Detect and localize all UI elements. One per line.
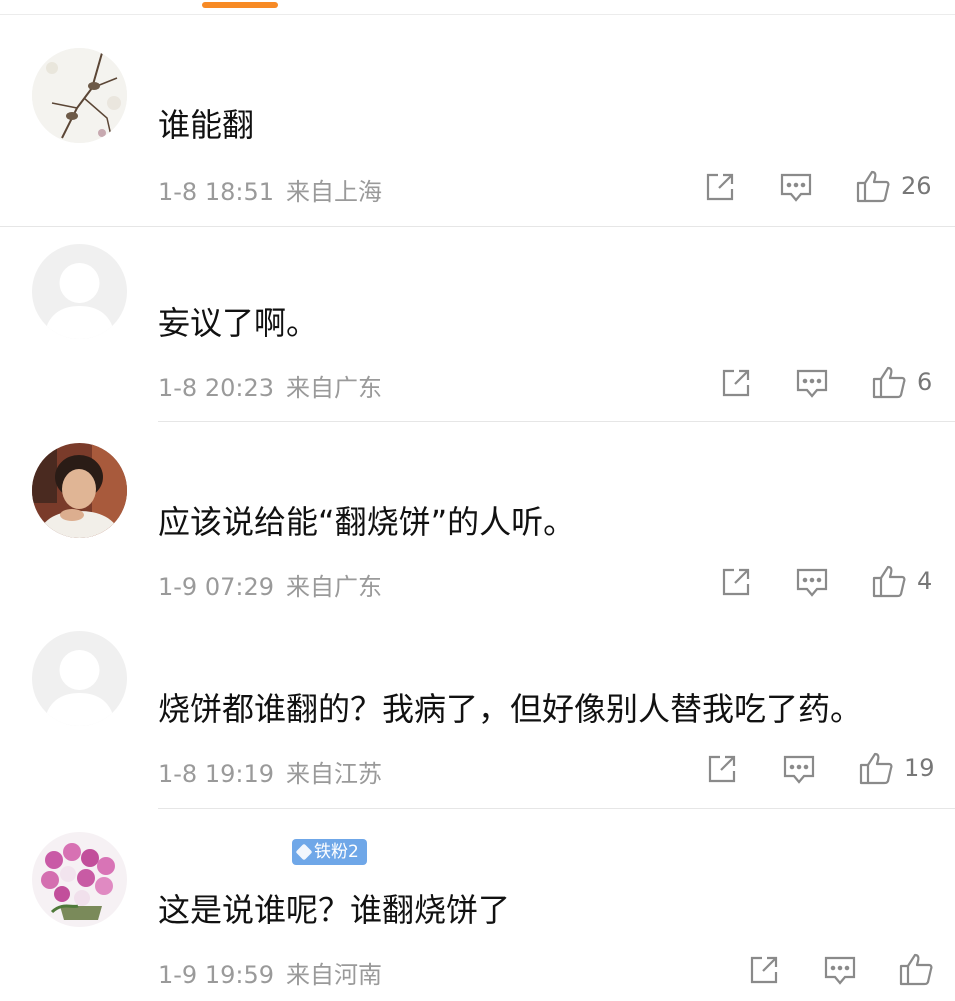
comment-time: 1-9 19:59: [158, 961, 274, 989]
avatar[interactable]: [32, 244, 127, 339]
share-button[interactable]: [720, 367, 752, 399]
reply-button[interactable]: [782, 753, 816, 785]
comment-text: 应该说给能“翻烧饼”的人听。: [158, 503, 576, 541]
like-count: 19: [904, 754, 935, 782]
avatar[interactable]: [32, 832, 127, 927]
comment-icon: [796, 369, 828, 398]
tab-bar: [0, 0, 955, 15]
comment-location: 来自江苏: [286, 760, 382, 788]
diamond-icon: [295, 843, 313, 861]
avatar[interactable]: [32, 48, 127, 143]
comment-icon: [783, 755, 815, 784]
comment-text: 妄议了啊。: [158, 304, 319, 342]
reply-button[interactable]: [795, 566, 829, 598]
like-button[interactable]: 19: [858, 751, 935, 785]
like-button[interactable]: 4: [871, 564, 932, 598]
thumbs-up-icon: [872, 565, 906, 598]
share-button[interactable]: [748, 954, 780, 986]
comment-location: 来自广东: [286, 573, 382, 601]
comment-location: 来自广东: [286, 374, 382, 402]
fan-badge-label: 铁粉2: [314, 842, 359, 862]
thumbs-up-icon: [899, 953, 933, 986]
comment-time: 1-8 19:19: [158, 760, 274, 788]
reply-button[interactable]: [823, 954, 857, 986]
avatar[interactable]: [32, 631, 127, 726]
comment-meta: 1-8 19:19 来自江苏: [158, 754, 382, 789]
comment-icon: [780, 173, 812, 202]
fan-badge: 铁粉2: [292, 839, 367, 865]
like-count: 26: [901, 172, 932, 200]
like-button[interactable]: 6: [871, 365, 932, 399]
comment-time: 1-8 20:23: [158, 374, 274, 402]
divider: [158, 808, 955, 809]
comment-meta: 1-9 07:29 来自广东: [158, 567, 382, 602]
avatar[interactable]: [32, 443, 127, 538]
comment-meta: 1-8 18:51 来自上海: [158, 172, 382, 207]
divider: [158, 421, 955, 422]
like-count: 4: [917, 567, 933, 595]
comment-time: 1-9 07:29: [158, 573, 274, 601]
comment-time: 1-8 18:51: [158, 178, 274, 206]
share-icon: [750, 956, 778, 984]
comment-location: 来自上海: [286, 178, 382, 206]
share-icon: [722, 369, 750, 397]
comment-text: 谁能翻: [158, 106, 255, 144]
comment-icon: [824, 956, 856, 985]
share-icon: [722, 568, 750, 596]
reply-button[interactable]: [795, 367, 829, 399]
thumbs-up-icon: [872, 366, 906, 399]
share-button[interactable]: [720, 566, 752, 598]
comment-meta: 1-9 19:59 来自河南: [158, 955, 382, 990]
thumbs-up-icon: [856, 170, 890, 203]
thumbs-up-icon: [859, 752, 893, 785]
like-button[interactable]: [898, 952, 944, 986]
comment-text: 烧饼都谁翻的？我病了，但好像别人替我吃了药。: [158, 690, 863, 728]
comment-page: 谁能翻 1-8 18:51 来自上海 26 妄议了啊。 1-8 20:23 来自广东: [0, 0, 955, 1001]
like-count: 6: [917, 368, 933, 396]
active-tab-indicator: [202, 2, 278, 8]
share-button[interactable]: [704, 171, 736, 203]
reply-button[interactable]: [779, 171, 813, 203]
share-icon: [706, 173, 734, 201]
comment-location: 来自河南: [286, 961, 382, 989]
divider: [0, 226, 955, 227]
comment-text: 这是说谁呢？谁翻烧饼了: [158, 891, 511, 929]
share-button[interactable]: [706, 753, 738, 785]
like-button[interactable]: 26: [855, 169, 932, 203]
share-icon: [708, 755, 736, 783]
comment-meta: 1-8 20:23 来自广东: [158, 368, 382, 403]
comment-icon: [796, 568, 828, 597]
